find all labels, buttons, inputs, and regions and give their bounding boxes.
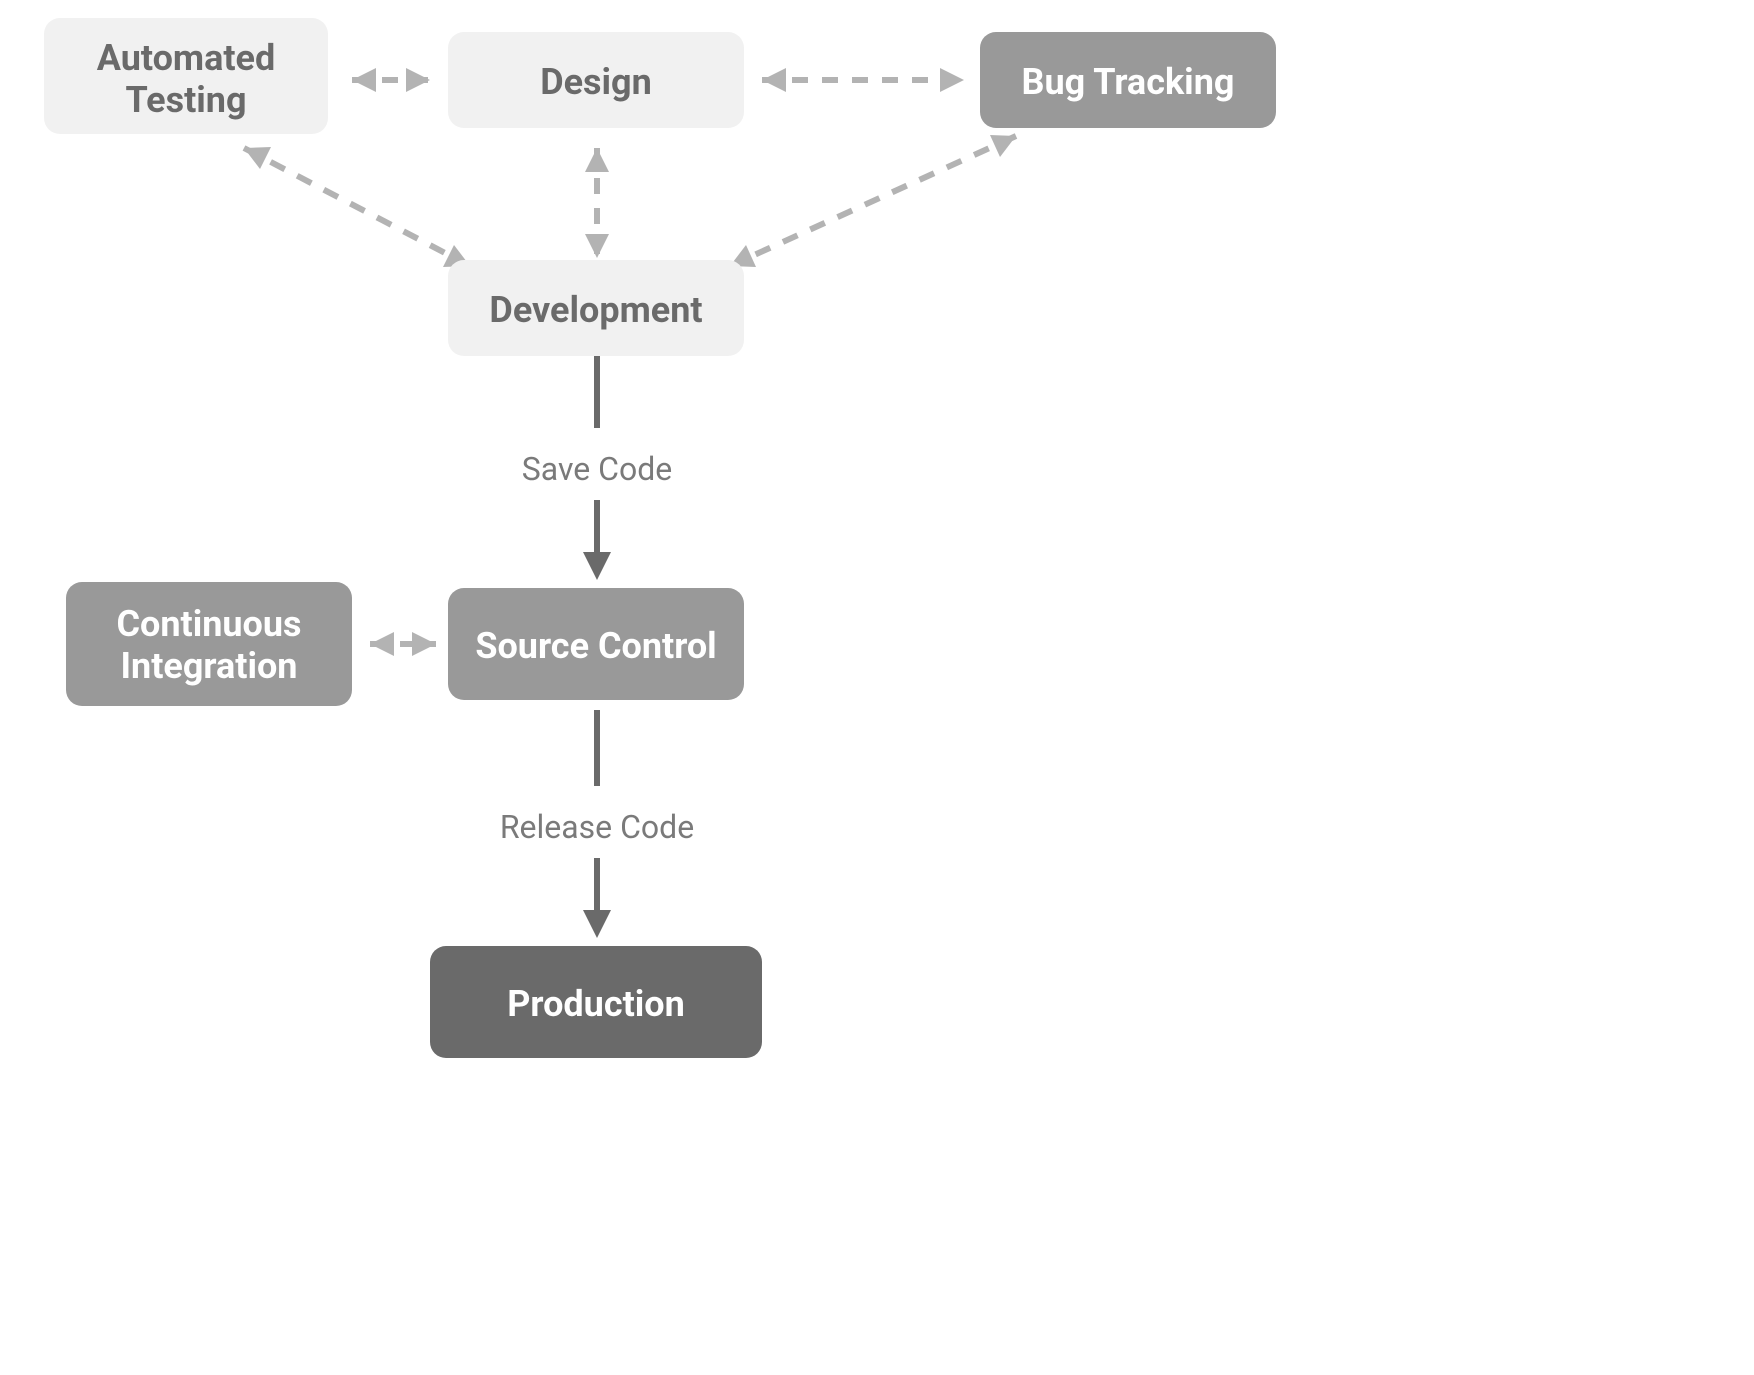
arrow-up-right-icon bbox=[990, 135, 1016, 157]
node-label: Design bbox=[540, 61, 652, 103]
node-label: Automated bbox=[97, 37, 276, 79]
node-automated-testing: Automated Testing bbox=[44, 18, 328, 134]
flow-diagram: Save Code Release Code Automated Testing… bbox=[0, 0, 1754, 1375]
node-label: Integration bbox=[121, 645, 298, 687]
edge-label-release-code: Release Code bbox=[500, 808, 694, 846]
node-label: Testing bbox=[125, 79, 246, 121]
edge-label-save-code: Save Code bbox=[522, 450, 672, 488]
node-label: Continuous bbox=[116, 603, 301, 645]
edge-design-bug bbox=[762, 68, 964, 92]
edge-testing-development bbox=[244, 147, 470, 267]
node-label: Development bbox=[489, 289, 702, 331]
edge-design-testing bbox=[352, 68, 430, 92]
arrow-left-icon bbox=[352, 68, 376, 92]
edge-source-ci bbox=[370, 632, 436, 656]
arrow-left-icon bbox=[762, 68, 786, 92]
node-label: Source Control bbox=[475, 625, 716, 667]
arrow-right-icon bbox=[940, 68, 964, 92]
node-label: Bug Tracking bbox=[1022, 61, 1235, 103]
arrow-right-icon bbox=[412, 632, 436, 656]
arrow-up-icon bbox=[585, 148, 609, 172]
node-label: Production bbox=[507, 983, 685, 1025]
node-source-control: Source Control bbox=[448, 588, 744, 700]
edge-bug-development bbox=[730, 135, 1016, 267]
node-design: Design bbox=[448, 32, 744, 128]
arrow-down-icon bbox=[585, 234, 609, 258]
edge-development-source: Save Code bbox=[522, 356, 672, 580]
edge-source-production: Release Code bbox=[500, 710, 694, 938]
edge-design-development bbox=[585, 148, 609, 258]
node-production: Production bbox=[430, 946, 762, 1058]
arrow-right-icon bbox=[406, 68, 430, 92]
node-bug-tracking: Bug Tracking bbox=[980, 32, 1276, 128]
arrow-up-left-icon bbox=[244, 147, 271, 169]
node-continuous-integration: Continuous Integration bbox=[66, 582, 352, 706]
node-development: Development bbox=[448, 260, 744, 356]
arrow-left-icon bbox=[370, 632, 394, 656]
arrow-down-icon bbox=[583, 910, 611, 938]
arrow-down-icon bbox=[583, 552, 611, 580]
